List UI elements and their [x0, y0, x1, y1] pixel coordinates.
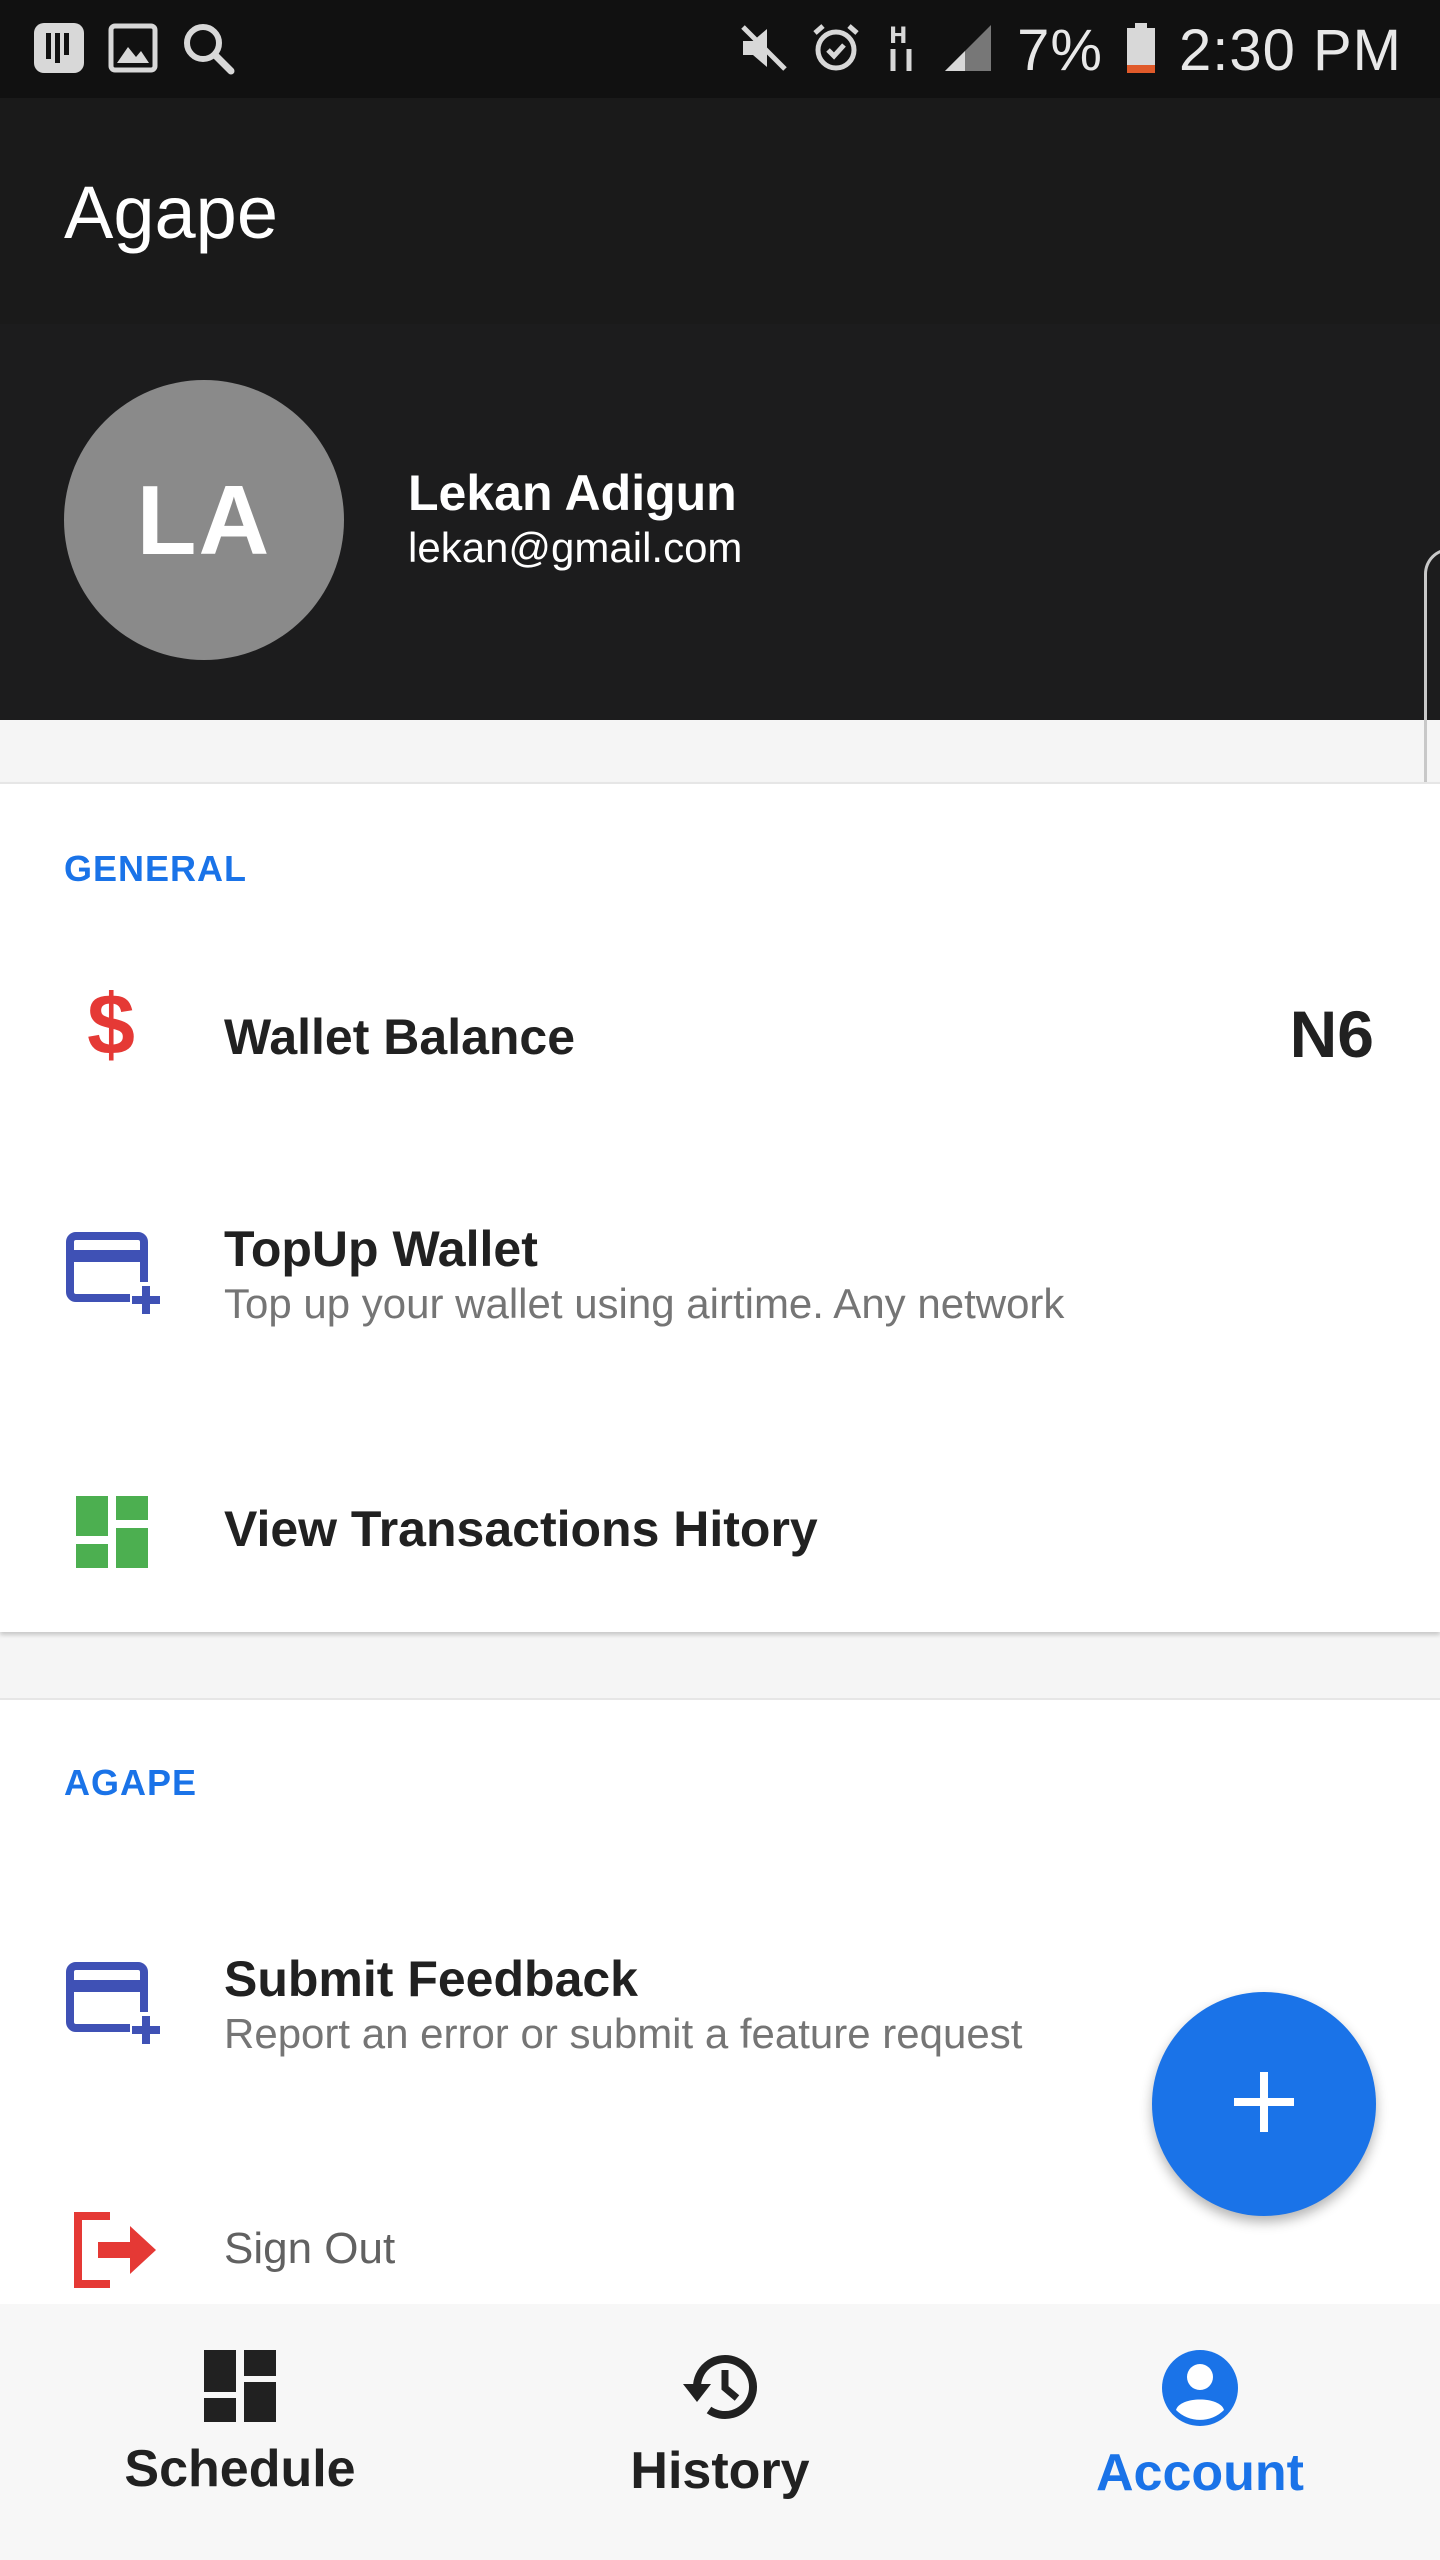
topup-wallet-row[interactable]: TopUp Wallet Top up your wallet using ai… [0, 1220, 1440, 1430]
topup-wallet-subtitle: Top up your wallet using airtime. Any ne… [224, 1280, 1065, 1327]
image-icon [108, 23, 158, 78]
sign-out-label: Sign Out [224, 2224, 396, 2273]
status-right: H 7% 2:30 PM [739, 16, 1402, 84]
history-icon [480, 2348, 960, 2431]
section-label-agape: AGAPE [64, 1762, 198, 1803]
profile-header: LA Lekan Adigun lekan@gmail.com [0, 324, 1440, 720]
clock: 2:30 PM [1179, 17, 1402, 83]
exit-icon [70, 2212, 160, 2293]
profile-name: Lekan Adigun [408, 465, 737, 521]
credit-card-add-icon [64, 1960, 164, 2051]
signal-icon [941, 23, 995, 78]
nav-schedule-label: Schedule [124, 2440, 356, 2498]
wallet-balance-value: N6 [1289, 997, 1374, 1071]
credit-card-add-icon [64, 1230, 164, 1321]
status-bar: H 7% 2:30 PM [0, 0, 1440, 98]
plus-icon [1232, 2070, 1296, 2139]
data-arrows-icon: H [883, 21, 919, 80]
dashboard-icon [0, 2348, 480, 2429]
topup-wallet-title: TopUp Wallet [224, 1221, 538, 1277]
nav-account-label: Account [1096, 2444, 1304, 2502]
battery-icon [1125, 21, 1157, 80]
nav-schedule[interactable]: Schedule [0, 2348, 480, 2499]
section-label-general: GENERAL [64, 848, 248, 889]
status-left-icons [32, 20, 236, 81]
account-circle-icon [960, 2348, 1440, 2433]
bottom-navigation: Schedule History Account [0, 2304, 1440, 2560]
transactions-history-title: View Transactions Hitory [224, 1501, 818, 1557]
submit-feedback-title: Submit Feedback [224, 1951, 638, 2007]
svg-text:H: H [889, 24, 907, 49]
transactions-history-row[interactable]: View Transactions Hitory [0, 1446, 1440, 1626]
profile-email: lekan@gmail.com [408, 524, 743, 571]
add-fab-button[interactable] [1152, 1992, 1376, 2216]
app-title: Agape [64, 171, 278, 254]
avatar[interactable]: LA [64, 380, 344, 660]
alarm-icon [811, 23, 861, 78]
general-section: GENERAL $ Wallet Balance N6 TopUp Wallet… [0, 782, 1440, 1632]
svg-text:$: $ [87, 982, 135, 1068]
nav-account[interactable]: Account [960, 2348, 1440, 2503]
battery-percentage: 7% [1017, 17, 1103, 83]
mute-icon [739, 23, 789, 78]
nav-history-label: History [630, 2442, 810, 2500]
dollar-icon: $ [84, 977, 138, 1073]
app-bar: Agape [0, 98, 1440, 324]
wallet-balance-row[interactable]: $ Wallet Balance N6 [0, 968, 1440, 1188]
gallery-icon [32, 21, 86, 80]
dashboard-icon [76, 1496, 148, 1573]
wallet-balance-label: Wallet Balance [224, 1009, 576, 1065]
submit-feedback-subtitle: Report an error or submit a feature requ… [224, 2010, 1023, 2057]
nav-history[interactable]: History [480, 2348, 960, 2501]
search-icon [180, 20, 236, 81]
